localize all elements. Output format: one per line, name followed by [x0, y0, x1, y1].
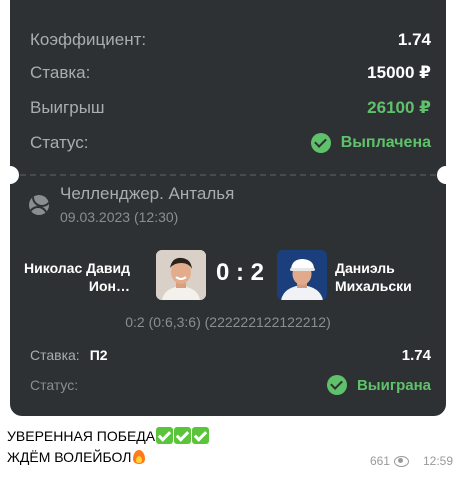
view-count: 661 [369, 454, 390, 468]
message-line-1: УВЕРЕННАЯ ПОБЕДА [7, 426, 210, 447]
player1-name: Николас Давид Ион… [24, 260, 130, 294]
bet-card: Коэффициент: 1.74 Ставка: 15000 ₽ Выигры… [10, 0, 446, 416]
fire-emoji-icon [131, 448, 148, 465]
check-circle-icon [310, 133, 331, 153]
ticket-notch-left [10, 166, 19, 184]
message-time: 12:59 [422, 454, 453, 468]
payout-status-text: Выплачена [340, 134, 431, 151]
check-mark-emoji-icon [192, 427, 210, 444]
check-circle-icon [326, 375, 347, 395]
payout-status-row: Статус: Выплачена [30, 131, 431, 155]
coefficient-row: Коэффициент: 1.74 [30, 28, 431, 52]
pick-value: П2 [89, 347, 108, 363]
winnings-value: 26100 ₽ [367, 98, 431, 117]
winnings-label: Выигрыш [30, 98, 105, 117]
ticket-notch-right [437, 166, 446, 184]
eye-icon [393, 455, 409, 467]
stake-amount-row: Ставка: 15000 ₽ [30, 61, 431, 85]
message-line-2-text: ЖДЁМ ВОЛЕЙБОЛ [7, 449, 132, 465]
check-mark-emoji-icon [174, 427, 192, 444]
set-score-detail: 0:2 (0:6,3:6) (222222122122212) [125, 314, 331, 330]
player2-avatar [277, 250, 327, 300]
pick-row: Ставка: П2 1.74 [30, 344, 431, 366]
winnings-row: Выигрыш 26100 ₽ [30, 96, 431, 120]
result-status-row: Статус: Выиграна [30, 374, 431, 396]
coefficient-label: Коэффициент: [30, 30, 147, 49]
tennis-ball-icon [29, 195, 49, 215]
result-status-label: Статус: [30, 377, 79, 393]
check-mark-emoji-icon [156, 427, 174, 444]
pick-odds: 1.74 [401, 346, 431, 364]
coefficient-value: 1.74 [397, 30, 431, 49]
payout-status: Выплачена [310, 133, 431, 153]
ticket-divider [10, 174, 446, 176]
player2-name: Даниэль Михальски [335, 260, 412, 294]
result-status-text: Выиграна [356, 376, 431, 394]
player1-avatar [156, 250, 206, 300]
message-line-2: ЖДЁМ ВОЛЕЙБОЛ [7, 447, 209, 468]
message-meta: 661 12:59 [370, 454, 453, 468]
message-line-1-text: УВЕРЕННАЯ ПОБЕДА [7, 428, 156, 444]
tournament-name: Челленджер. Анталья [60, 184, 235, 203]
result-status: Выиграна [326, 375, 431, 395]
payout-status-label: Статус: [30, 133, 89, 152]
stake-amount-value: 15000 ₽ [367, 63, 431, 82]
match-score: 0 : 2 [215, 259, 265, 286]
pick-label: Ставка: [30, 347, 80, 363]
stake-amount-label: Ставка: [30, 63, 91, 82]
message-text: УВЕРЕННАЯ ПОБЕДА ЖДЁМ ВОЛЕЙБОЛ [7, 426, 210, 468]
match-datetime: 09.03.2023 (12:30) [60, 209, 179, 225]
